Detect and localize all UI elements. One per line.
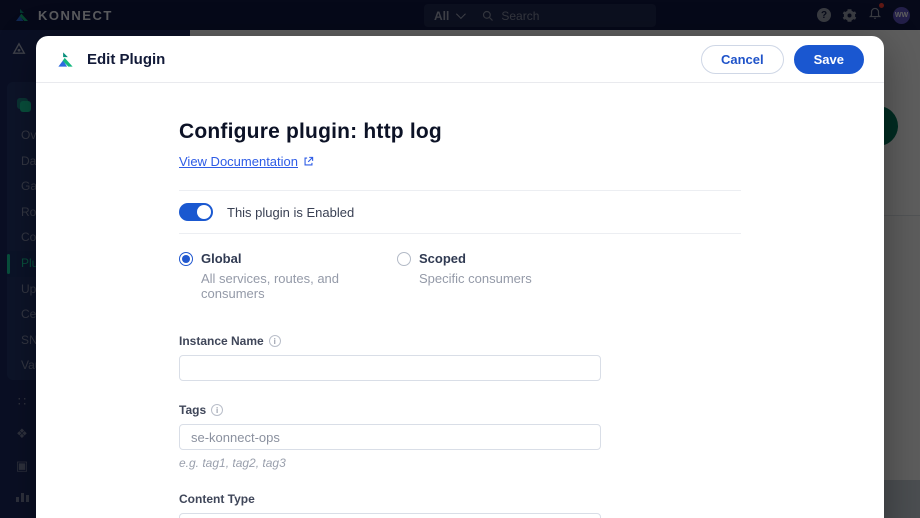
scope-option-scoped[interactable]: Scoped Specific consumers [397, 251, 615, 301]
content-type-label-text: Content Type [179, 492, 255, 506]
instance-name-label-text: Instance Name [179, 334, 264, 348]
scope-scoped-label: Scoped [419, 251, 466, 266]
save-button[interactable]: Save [793, 44, 864, 74]
scope-global-label: Global [201, 251, 242, 266]
scope-radio-group: Global All services, routes, and consume… [179, 251, 741, 301]
edit-plugin-modal: Edit Plugin Cancel Save Configure plugin… [36, 36, 884, 518]
scope-scoped-description: Specific consumers [419, 271, 532, 286]
enabled-toggle-row: This plugin is Enabled [179, 191, 741, 233]
divider [179, 233, 741, 234]
cancel-button[interactable]: Cancel [700, 44, 784, 74]
info-icon[interactable]: i [268, 335, 281, 347]
instance-name-label: Instance Name i [179, 334, 741, 348]
external-link-icon [304, 156, 314, 166]
tags-input[interactable] [179, 424, 601, 450]
tags-field: Tags i e.g. tag1, tag2, tag3 [179, 403, 741, 470]
radio-unselected-icon[interactable] [397, 252, 411, 266]
modal-body: Configure plugin: http log View Document… [36, 83, 884, 518]
radio-selected-icon[interactable] [179, 252, 193, 266]
tags-helper-text: e.g. tag1, tag2, tag3 [179, 456, 286, 470]
scope-option-global[interactable]: Global All services, routes, and consume… [179, 251, 397, 301]
instance-name-input[interactable] [179, 355, 601, 381]
content-type-field: Content Type [179, 492, 741, 518]
instance-name-field: Instance Name i [179, 334, 741, 381]
modal-header: Edit Plugin Cancel Save [36, 36, 884, 83]
toggle-label: This plugin is Enabled [227, 204, 355, 220]
plugin-form-fields: Instance Name i Tags i e.g. tag1, tag2, … [179, 334, 741, 518]
tags-label: Tags i [179, 403, 741, 417]
view-documentation-label: View Documentation [179, 154, 298, 169]
scope-global-description: All services, routes, and consumers [201, 271, 340, 301]
info-icon[interactable]: i [211, 404, 224, 416]
view-documentation-link[interactable]: View Documentation [179, 154, 314, 169]
content-type-label: Content Type [179, 492, 741, 506]
kong-logo-icon [58, 51, 73, 67]
plugin-enabled-toggle[interactable] [179, 203, 213, 221]
content-type-input[interactable] [179, 513, 601, 518]
page-title: Configure plugin: http log [179, 120, 442, 143]
modal-title: Edit Plugin [87, 50, 166, 68]
tags-label-text: Tags [179, 403, 207, 417]
screen: KONNECT All ? [0, 0, 920, 518]
